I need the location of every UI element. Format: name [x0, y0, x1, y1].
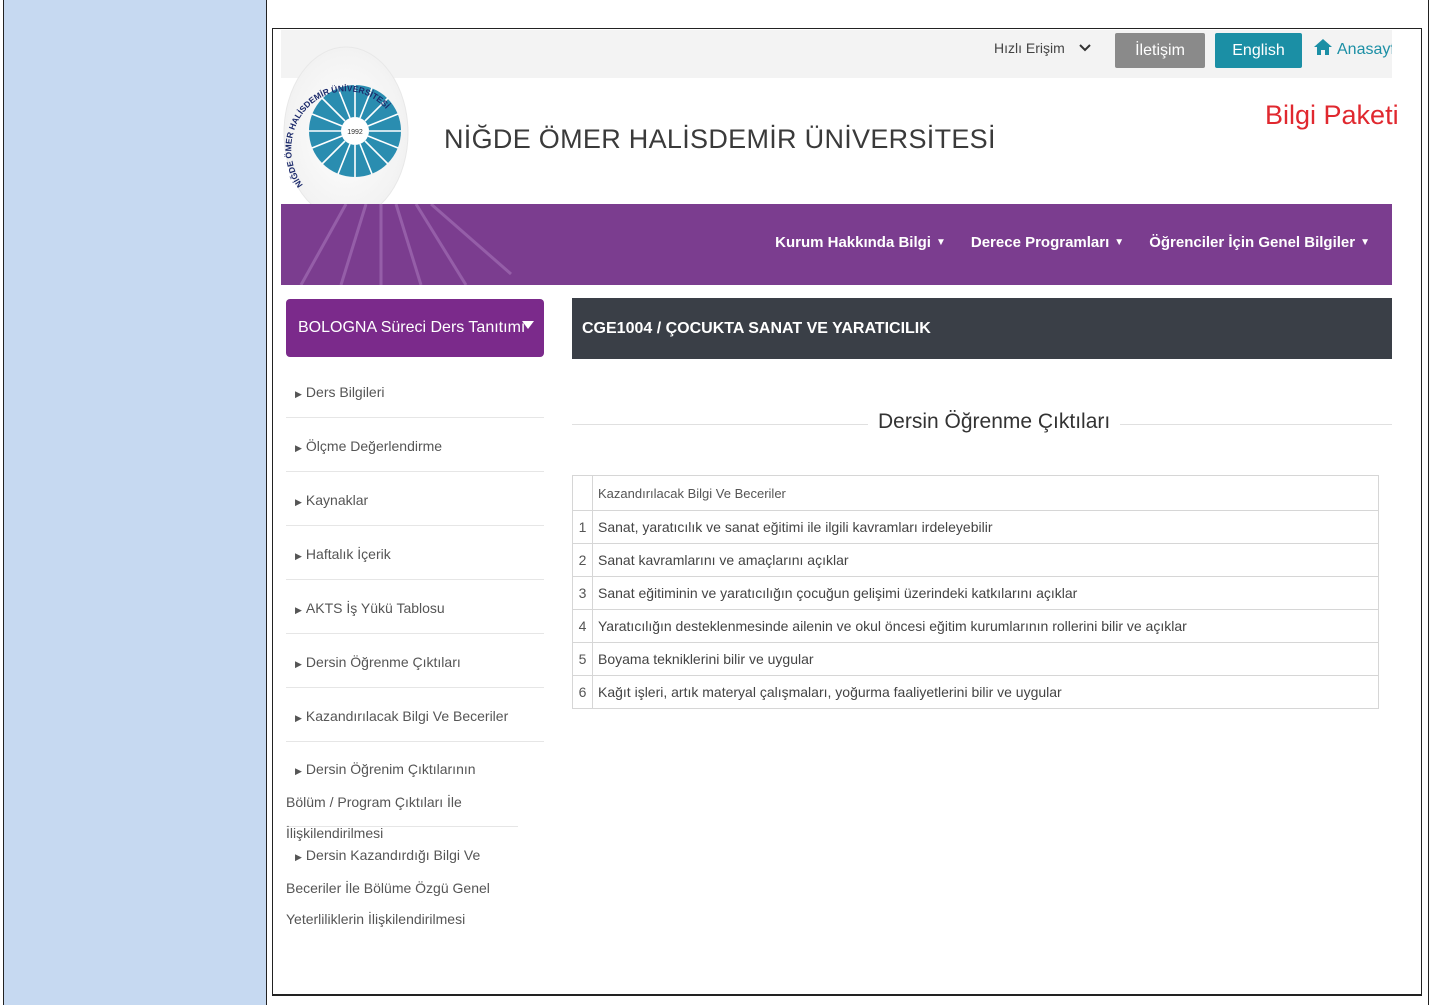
left-blank-panel [4, 0, 267, 1005]
section-title: Dersin Öğrenme Çıktıları [868, 410, 1121, 434]
home-label: Anasayfa [1337, 40, 1392, 58]
sidebar-item-label: Dersin Kazandırdığı Bilgi Ve Beceriler İ… [286, 847, 490, 927]
sidebar-item-bolum-iliskilendirme[interactable]: ▶ Dersin Öğrenim Çıktılarının Bölüm / Pro… [286, 742, 518, 841]
caret-right-icon: ▶ [295, 713, 302, 723]
row-number: 3 [572, 576, 593, 610]
sidebar-item-label: Haftalık İçerik [305, 546, 391, 562]
table-row: 6 Kağıt işleri, artık materyal çalışmala… [572, 675, 1379, 709]
divider [3, 0, 4, 1005]
nav-item-label: Öğrenciler İçin Genel Bilgiler [1149, 234, 1356, 251]
nav-item-kurum[interactable]: Kurum Hakkında Bilgi ▼ [775, 234, 946, 251]
row-number: 4 [572, 609, 593, 643]
nav-item-derece[interactable]: Derece Programları ▼ [971, 234, 1124, 251]
caret-right-icon: ▶ [295, 389, 302, 399]
table-row: 4 Yaratıcılığın desteklenmesinde ailenin… [572, 609, 1379, 643]
chevron-down-icon [1079, 41, 1091, 55]
navbar-decoration [299, 204, 512, 285]
row-text: Yaratıcılığın desteklenmesinde ailenin v… [592, 609, 1379, 643]
row-text: Sanat eğitiminin ve yaratıcılığın çocuğu… [592, 576, 1379, 610]
table-header-row: Kazandırılacak Bilgi Ve Beceriler [572, 475, 1379, 511]
nav-item-ogrenciler[interactable]: Öğrenciler İçin Genel Bilgiler ▼ [1149, 234, 1370, 251]
sidebar-menu: ▶ Ders Bilgileri ▶ Ölçme Değerlendirme ▶ Ka… [286, 364, 544, 942]
sidebar-item-ders-bilgileri[interactable]: ▶ Ders Bilgileri [286, 364, 544, 418]
sidebar-item-label: Kaynaklar [305, 492, 369, 508]
row-number: 6 [572, 675, 593, 709]
row-number: 1 [572, 510, 593, 544]
row-number: 2 [572, 543, 593, 577]
sidebar-item-olcme[interactable]: ▶ Ölçme Değerlendirme [286, 418, 544, 472]
table-cell [572, 475, 593, 511]
quick-access-label: Hızlı Erişim [994, 40, 1065, 56]
outcomes-table: Kazandırılacak Bilgi Ve Beceriler 1 Sana… [572, 475, 1379, 709]
sidebar-item-ogrenme-ciktilari[interactable]: ▶ Dersin Öğrenme Çıktıları [286, 634, 544, 688]
nav-item-label: Derece Programları [970, 234, 1110, 251]
quick-access-dropdown[interactable]: Hızlı Erişim [994, 40, 1091, 56]
table-row: 3 Sanat eğitiminin ve yaratıcılığın çocu… [572, 576, 1379, 610]
caret-down-icon [522, 321, 534, 329]
home-link[interactable]: Anasayfa [1313, 38, 1392, 61]
sidebar-item-label: Ölçme Değerlendirme [305, 438, 443, 454]
sidebar-item-label: Dersin Öğrenme Çıktıları [305, 654, 461, 670]
caret-right-icon: ▶ [295, 605, 302, 615]
university-name[interactable]: NİĞDE ÖMER HALİSDEMİR ÜNİVERSİTESİ [444, 124, 996, 155]
table-row: 1 Sanat, yaratıcılık ve sanat eğitimi il… [572, 510, 1379, 544]
english-language-button[interactable]: English [1215, 33, 1302, 68]
logo-year: 1992 [347, 129, 363, 136]
caret-right-icon: ▶ [295, 852, 302, 862]
main-navbar: Kurum Hakkında Bilgi ▼ Derece Programları… [281, 204, 1392, 285]
caret-right-icon: ▶ [295, 766, 302, 776]
divider [1428, 0, 1429, 1005]
row-text: Kağıt işleri, artık materyal çalışmaları… [592, 675, 1379, 709]
sidebar-title: BOLOGNA Süreci Ders Tanıtımı [298, 319, 526, 336]
sidebar-header-dropdown[interactable]: BOLOGNA Süreci Ders Tanıtımı [286, 299, 544, 357]
caret-down-icon: ▼ [1360, 237, 1370, 248]
row-text: Sanat, yaratıcılık ve sanat eğitimi ile … [592, 510, 1379, 544]
sidebar-item-label: Kazandırılacak Bilgi Ve Beceriler [305, 708, 509, 724]
sidebar-item-akts[interactable]: ▶ AKTS İş Yükü Tablosu [286, 580, 544, 634]
caret-right-icon: ▶ [295, 497, 302, 507]
university-logo[interactable]: 1992 NİĞDE ÖMER HALİSDEMİR ÜNİVERSİTESİ [283, 45, 409, 221]
sidebar-item-kaynaklar[interactable]: ▶ Kaynaklar [286, 472, 544, 526]
sidebar-item-kazandirilacak[interactable]: ▶ Kazandırılacak Bilgi Ve Beceriler [286, 688, 544, 742]
caret-right-icon: ▶ [295, 443, 302, 453]
caret-right-icon: ▶ [295, 659, 302, 669]
sidebar-item-label: AKTS İş Yükü Tablosu [305, 600, 445, 616]
home-icon [1313, 38, 1333, 61]
row-text: Boyama tekniklerini bilir ve uygular [592, 642, 1379, 676]
caret-down-icon: ▼ [935, 237, 946, 248]
table-header-cell: Kazandırılacak Bilgi Ve Beceriler [592, 475, 1379, 511]
course-title-bar: CGE1004 / ÇOCUKTA SANAT VE YARATICILIK [572, 298, 1392, 359]
sidebar-item-label: Ders Bilgileri [305, 384, 385, 400]
table-row: 2 Sanat kavramlarını ve amaçlarını açıkl… [572, 543, 1379, 577]
contact-button[interactable]: İletişim [1115, 33, 1205, 68]
row-number: 5 [572, 642, 593, 676]
divider [272, 994, 1421, 995]
info-package-title: Bilgi Paketi [1265, 100, 1399, 130]
row-text: Sanat kavramlarını ve amaçlarını açıklar [592, 543, 1379, 577]
caret-down-icon: ▼ [1114, 237, 1125, 248]
sidebar-item-yeterlilik-iliskilendirme[interactable]: ▶ Dersin Kazandırdığı Bilgi Ve Beceriler … [286, 827, 536, 942]
caret-right-icon: ▶ [295, 551, 302, 561]
nav-item-label: Kurum Hakkında Bilgi [775, 234, 931, 251]
sidebar-item-haftalik[interactable]: ▶ Haftalık İçerik [286, 526, 544, 580]
table-row: 5 Boyama tekniklerini bilir ve uygular [572, 642, 1379, 676]
